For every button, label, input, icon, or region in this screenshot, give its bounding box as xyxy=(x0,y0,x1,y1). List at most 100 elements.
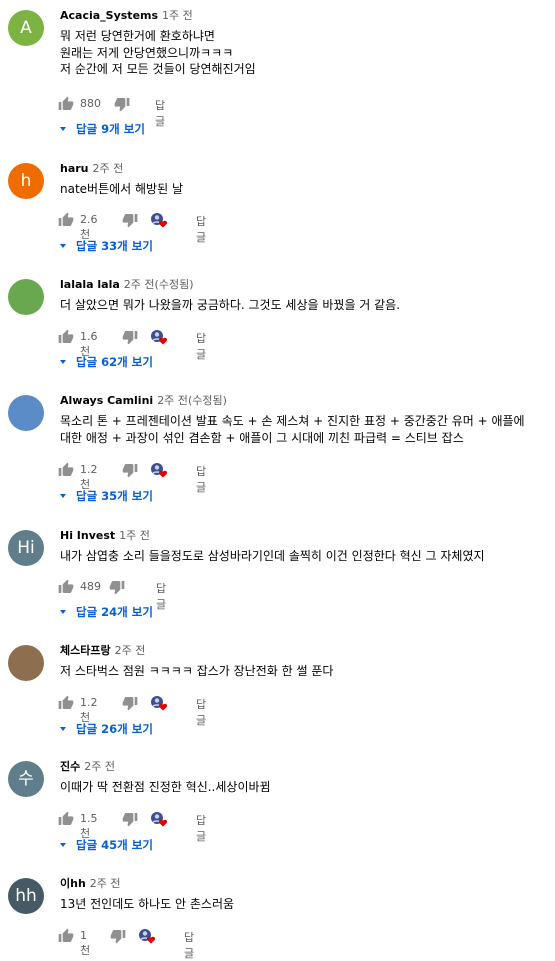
view-replies-button[interactable]: 답글 45개 보기 xyxy=(58,837,153,853)
thumbs-down-icon[interactable] xyxy=(122,811,138,827)
author-name[interactable]: haru xyxy=(60,162,89,175)
thumbs-up-icon[interactable] xyxy=(58,579,74,595)
view-replies-label: 답글 45개 보기 xyxy=(76,838,153,852)
thumbs-down-icon[interactable] xyxy=(122,329,138,345)
comment-header: 진수 2주 전 xyxy=(60,760,115,774)
view-replies-button[interactable]: 답글 33개 보기 xyxy=(58,238,153,254)
avatar[interactable]: 수 xyxy=(8,761,44,797)
published-time[interactable]: 1주 전 xyxy=(119,529,150,542)
reply-button[interactable]: 답글 xyxy=(196,812,206,844)
expand-triangle-icon xyxy=(60,727,66,731)
author-name[interactable]: Hi Invest xyxy=(60,529,115,542)
reply-button[interactable]: 답글 xyxy=(196,330,206,362)
comment-text: 13년 전인데도 하나도 안 촌스러움 xyxy=(60,897,235,911)
thumbs-up-icon[interactable] xyxy=(58,811,74,827)
creator-heart-icon xyxy=(139,929,156,944)
thumbs-up-icon[interactable] xyxy=(58,928,74,944)
like-count: 1천 xyxy=(80,929,91,957)
expand-triangle-icon xyxy=(60,360,66,364)
creator-heart-icon xyxy=(151,213,168,228)
comment-header: Acacia_Systems 1주 전 xyxy=(60,9,193,23)
avatar[interactable]: Hi xyxy=(8,530,44,566)
published-time[interactable]: 2주 전 xyxy=(90,877,121,890)
view-replies-label: 답글 33개 보기 xyxy=(76,239,153,253)
thumbs-up-icon[interactable] xyxy=(58,695,74,711)
thumbs-down-icon[interactable] xyxy=(122,462,138,478)
reply-button[interactable]: 답글 xyxy=(155,97,165,129)
view-replies-label: 답글 26개 보기 xyxy=(76,722,153,736)
thumbs-down-icon[interactable] xyxy=(109,579,125,595)
avatar-initial: A xyxy=(20,18,32,38)
thumbs-up-icon[interactable] xyxy=(58,462,74,478)
author-name[interactable]: 체스타프랑 xyxy=(60,644,111,657)
expand-triangle-icon xyxy=(60,494,66,498)
expand-triangle-icon xyxy=(60,843,66,847)
thumbs-down-icon[interactable] xyxy=(110,928,126,944)
comment-header: 이hh 2주 전 xyxy=(60,877,121,891)
avatar[interactable] xyxy=(8,645,44,681)
reply-button[interactable]: 답글 xyxy=(196,213,206,245)
avatar-initial: hh xyxy=(15,886,37,906)
comment-text: nate버튼에서 해방된 날 xyxy=(60,182,183,196)
thumbs-down-icon[interactable] xyxy=(122,695,138,711)
avatar-initial: 수 xyxy=(18,769,34,789)
comment-header: 체스타프랑 2주 전 xyxy=(60,644,145,658)
published-time[interactable]: 2주 전 xyxy=(115,644,146,657)
thumbs-down-icon[interactable] xyxy=(122,212,138,228)
published-time[interactable]: 2주 전 xyxy=(157,394,188,407)
reply-button[interactable]: 답글 xyxy=(184,929,194,961)
view-replies-button[interactable]: 답글 24개 보기 xyxy=(58,604,153,620)
comment-header: Hi Invest 1주 전 xyxy=(60,529,150,543)
creator-heart-icon xyxy=(151,330,168,345)
thumbs-up-icon[interactable] xyxy=(58,329,74,345)
comment-text: 목소리 톤 + 프레젠테이션 발표 속도 + 손 제스쳐 + 진지한 표정 + … xyxy=(60,414,525,445)
avatar[interactable] xyxy=(8,395,44,431)
expand-triangle-icon xyxy=(60,610,66,614)
reply-button[interactable]: 답글 xyxy=(196,696,206,728)
view-replies-label: 답글 62개 보기 xyxy=(76,355,153,369)
expand-triangle-icon xyxy=(60,127,66,131)
comment-text: 내가 삼엽충 소리 들을정도로 삼성바라기인데 솔찍히 이건 인정한다 혁신 그… xyxy=(60,549,485,563)
creator-heart-icon xyxy=(151,696,168,711)
avatar[interactable]: hh xyxy=(8,878,44,914)
author-name[interactable]: lalala lala xyxy=(60,278,120,291)
expand-triangle-icon xyxy=(60,244,66,248)
view-replies-button[interactable]: 답글 9개 보기 xyxy=(58,121,145,137)
thumbs-down-icon[interactable] xyxy=(114,96,130,112)
avatar[interactable]: h xyxy=(8,163,44,199)
author-name[interactable]: Acacia_Systems xyxy=(60,9,158,22)
avatar[interactable]: A xyxy=(8,10,44,46)
comment-text: 저 스타벅스 점원 ㅋㅋㅋㅋ 잡스가 장난전화 한 썰 푼다 xyxy=(60,664,334,678)
author-name[interactable]: 이hh xyxy=(60,877,86,890)
view-replies-button[interactable]: 답글 26개 보기 xyxy=(58,721,153,737)
comment-header: Always Camlini 2주 전(수정됨) xyxy=(60,394,227,408)
thumbs-up-icon[interactable] xyxy=(58,96,74,112)
comment-header: lalala lala 2주 전(수정됨) xyxy=(60,278,194,292)
published-time[interactable]: 2주 전 xyxy=(124,278,155,291)
author-name[interactable]: Always Camlini xyxy=(60,394,153,407)
view-replies-label: 답글 35개 보기 xyxy=(76,489,153,503)
reply-button[interactable]: 답글 xyxy=(196,463,206,495)
published-time[interactable]: 2주 전 xyxy=(93,162,124,175)
view-replies-label: 답글 9개 보기 xyxy=(76,122,145,136)
edited-label: (수정됨) xyxy=(187,394,227,407)
view-replies-button[interactable]: 답글 35개 보기 xyxy=(58,488,153,504)
view-replies-label: 답글 24개 보기 xyxy=(76,605,153,619)
published-time[interactable]: 1주 전 xyxy=(162,9,193,22)
author-name[interactable]: 진수 xyxy=(60,760,80,773)
edited-label: (수정됨) xyxy=(154,278,194,291)
reply-button[interactable]: 답글 xyxy=(156,580,166,612)
comment-header: haru 2주 전 xyxy=(60,162,123,176)
comment-text: 이때가 딱 전환점 진정한 혁신..세상이바뀜 xyxy=(60,780,271,794)
creator-heart-icon xyxy=(151,463,168,478)
comment-text: 뭐 저런 당연한거에 환호하냐면 원래는 저게 안당연했으니까ㅋㅋㅋ 저 순간에… xyxy=(60,29,256,77)
like-count: 489 xyxy=(80,580,101,593)
creator-heart-icon xyxy=(151,812,168,827)
avatar-initial: h xyxy=(20,171,32,191)
view-replies-button[interactable]: 답글 62개 보기 xyxy=(58,354,153,370)
comment-text: 더 살았으면 뭐가 나왔을까 궁금하다. 그것도 세상을 바꿨을 거 같음. xyxy=(60,298,401,312)
avatar-initial: Hi xyxy=(17,538,35,558)
thumbs-up-icon[interactable] xyxy=(58,212,74,228)
avatar[interactable] xyxy=(8,279,44,315)
published-time[interactable]: 2주 전 xyxy=(84,760,115,773)
